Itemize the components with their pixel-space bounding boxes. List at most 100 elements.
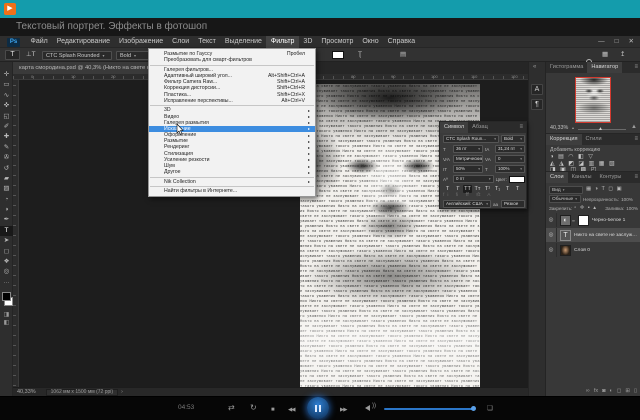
filter-menu-item-14[interactable]: Оформление▸ — [149, 132, 315, 138]
more-tools-icon[interactable]: … — [0, 278, 13, 286]
lock-all-icon[interactable]: ▴ — [593, 204, 596, 213]
filter-menu-item-8[interactable]: Исправление перспективы...Alt+Ctrl+V — [149, 98, 315, 104]
filter-menu-item-22[interactable]: Nik Collection▸ — [149, 179, 315, 185]
small-caps-button[interactable]: Tт — [473, 185, 482, 193]
layers-filter-select[interactable]: Вид — [549, 186, 583, 194]
character-panel-icon[interactable]: A — [531, 84, 543, 95]
marquee-tool[interactable]: ▭ — [0, 80, 13, 90]
filter-menu-item-16[interactable]: Рендеринг▸ — [149, 144, 315, 150]
type-tool-preset[interactable]: T — [5, 50, 20, 60]
leading-select[interactable]: 31,24 пт — [495, 145, 525, 153]
maximize-button[interactable]: □ — [615, 36, 619, 48]
text-color-swatch[interactable] — [332, 51, 344, 59]
menubar-item-filter[interactable]: Фильтр — [266, 36, 299, 48]
foreground-color-swatch[interactable] — [2, 292, 11, 301]
panel-menu-icon[interactable]: ≡ — [634, 62, 640, 73]
language-select[interactable]: Английский: США — [443, 200, 491, 208]
tab-adjustments[interactable]: Коррекция — [546, 134, 582, 145]
layer-row-background[interactable]: ◎ Слой 0 — [546, 243, 640, 257]
new-layer-icon[interactable]: ⊞ — [625, 388, 630, 394]
shuffle-icon[interactable]: ⇄ — [228, 403, 235, 413]
healing-brush-tool[interactable]: ✚ — [0, 132, 13, 142]
char-font-style-select[interactable]: Bold — [501, 135, 525, 143]
tab-character[interactable]: Символ — [440, 122, 468, 133]
tab-histogram[interactable]: Гистограмма — [546, 62, 587, 73]
type-tool[interactable]: T — [0, 226, 13, 236]
filter-menu-item-6[interactable]: Коррекция дисторсии...Shift+Ctrl+R — [149, 85, 315, 91]
navigator-zoom-value[interactable]: 40,33% — [550, 125, 568, 131]
opacity-value[interactable]: 100% — [621, 197, 633, 202]
filter-menu-item-20[interactable]: Другое▸ — [149, 169, 315, 175]
filter-menu-item-4[interactable]: Адаптивный широкий угол...Alt+Shift+Ctrl… — [149, 73, 315, 79]
filter-shape-layers-icon[interactable]: ◻ — [608, 185, 613, 194]
tab-paragraph[interactable]: Абзац — [468, 122, 492, 133]
font-family-select[interactable]: CTC Splash Rounded — [42, 51, 112, 60]
layer-mask-icon[interactable]: ◙ — [602, 388, 605, 394]
layer-mask-thumbnail[interactable] — [578, 215, 589, 226]
visibility-eye-icon[interactable]: ◎ — [546, 213, 557, 227]
tab-styles[interactable]: Стили — [582, 134, 606, 145]
status-zoom[interactable]: 40,33% — [17, 389, 36, 395]
text-layer-thumbnail[interactable]: T — [560, 230, 571, 241]
baseline-field[interactable]: 0 пт — [453, 175, 494, 183]
filter-menu-item-18[interactable]: Усиление резкости▸ — [149, 157, 315, 163]
screen-mode-icon[interactable]: ◧ — [0, 319, 13, 327]
faux-bold-button[interactable]: T — [443, 185, 452, 193]
panel-menu-icon[interactable]: ≡ — [634, 172, 640, 183]
shape-tool[interactable]: ◻ — [0, 247, 13, 257]
font-style-select[interactable]: Bold — [116, 51, 150, 60]
blur-tool[interactable]: ◔ — [0, 195, 13, 205]
tab-navigator[interactable]: Навигатор — [587, 62, 622, 73]
panel-menu-icon[interactable]: ≡ — [634, 134, 640, 145]
fill-value[interactable]: 100% — [626, 206, 638, 211]
zoom-out-icon[interactable]: ▴ — [572, 125, 574, 130]
tab-layers[interactable]: Слои — [546, 172, 568, 183]
filter-menu-item-17[interactable]: Стилизация▸ — [149, 151, 315, 157]
menubar-item-edit[interactable]: Редактирование — [52, 36, 114, 48]
layer-row-black-white[interactable]: ◎ ◐ ∞ Черно-белое 1 — [546, 213, 640, 227]
pause-button[interactable] — [307, 397, 329, 419]
vertical-scale-field[interactable]: 50% — [453, 165, 483, 173]
navigator-slider-handle[interactable]: ▲ — [598, 126, 603, 132]
char-color-swatch[interactable] — [509, 176, 525, 183]
minimize-button[interactable]: — — [598, 36, 605, 48]
filter-menu-item-5[interactable]: Фильтр Camera Raw...Shift+Ctrl+A — [149, 79, 315, 85]
volume-slider-handle[interactable] — [471, 406, 476, 411]
layer-style-icon[interactable]: fx — [594, 388, 598, 394]
volume-icon[interactable] — [365, 405, 370, 411]
tracking-select[interactable]: 0 — [495, 155, 525, 163]
eyedropper-tool[interactable]: ✐ — [0, 122, 13, 132]
pen-tool[interactable]: ✒ — [0, 215, 13, 225]
quick-selection-tool[interactable]: ✜ — [0, 101, 13, 111]
path-selection-tool[interactable]: ➤ — [0, 236, 13, 246]
warp-text-icon[interactable]: Ʈ — [358, 48, 362, 62]
filter-menu-item-10[interactable]: 3D▸ — [149, 107, 315, 113]
filter-pixel-layers-icon[interactable]: ▦ — [586, 185, 591, 194]
eraser-tool[interactable]: ▰ — [0, 174, 13, 184]
filter-type-layers-icon[interactable]: T — [602, 185, 605, 194]
visibility-eye-icon[interactable]: ◎ — [546, 243, 557, 257]
lock-pixels-icon[interactable]: ✛ — [580, 204, 585, 213]
link-layers-icon[interactable]: ∞ — [586, 388, 590, 394]
layer-row-text[interactable]: ◎ T Никто на свете не заслуживает такого… — [546, 228, 640, 242]
menubar-item-layers[interactable]: Слои — [168, 36, 194, 48]
menubar-item-file[interactable]: Файл — [26, 36, 52, 48]
layer-name[interactable]: Никто на свете не заслуживает такого ува… — [574, 233, 640, 238]
layer-group-icon[interactable]: ◻ — [617, 388, 622, 394]
quick-mask-icon[interactable]: ◨ — [0, 311, 13, 319]
invert-icon[interactable]: ▧ — [609, 161, 615, 168]
filter-menu-item-11[interactable]: Видео▸ — [149, 113, 315, 119]
strikethrough-button[interactable]: T — [513, 185, 522, 193]
faux-italic-button[interactable]: T — [453, 185, 462, 193]
menubar-item-image[interactable]: Изображение — [115, 36, 168, 48]
delete-layer-icon[interactable]: ▯ — [634, 388, 637, 394]
workspace-icon[interactable]: ▦ — [602, 48, 608, 62]
tab-channels[interactable]: Каналы — [568, 172, 596, 183]
filter-menu-item-15[interactable]: Размытие▸ — [149, 138, 315, 144]
all-caps-button[interactable]: TT — [463, 185, 472, 193]
menubar-item-select[interactable]: Выделение — [220, 36, 266, 48]
fullscreen-icon[interactable]: ❏ — [487, 404, 493, 414]
text-orientation-icon[interactable]: ⊥T — [26, 48, 36, 62]
brush-tool[interactable]: ✎ — [0, 143, 13, 153]
history-brush-tool[interactable]: ↺ — [0, 164, 13, 174]
